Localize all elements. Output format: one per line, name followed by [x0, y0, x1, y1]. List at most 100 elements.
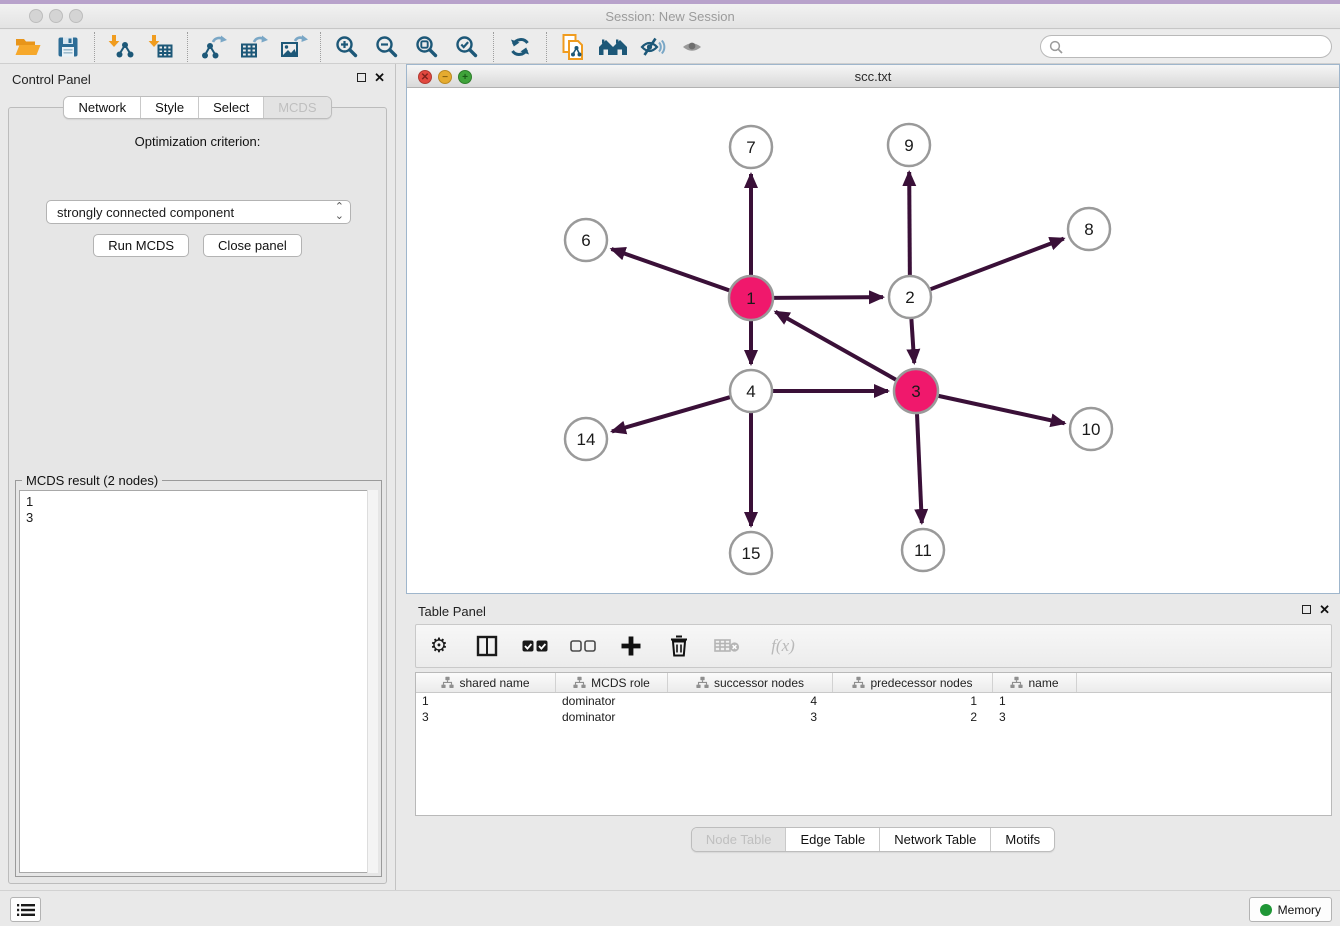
memory-label: Memory: [1278, 903, 1321, 917]
column-label: predecessor nodes: [870, 676, 972, 690]
column-header-successor-nodes[interactable]: successor nodes: [668, 673, 833, 692]
table-body: 1dominator4113dominator323: [416, 693, 1331, 725]
column-type-icon: [441, 676, 454, 689]
export-image-icon[interactable]: [274, 32, 314, 62]
criterion-dropdown[interactable]: strongly connected component ⌃⌄: [46, 200, 351, 224]
node-table[interactable]: shared name MCDS role successor nodes prede…: [415, 672, 1332, 816]
toolbar-separator: [493, 32, 494, 62]
table-cell[interactable]: 1: [993, 693, 1077, 709]
column-header-name[interactable]: name: [993, 673, 1077, 692]
graph-edge-1-2[interactable]: [774, 297, 883, 298]
tab-network[interactable]: Network: [64, 97, 141, 118]
close-panel-icon[interactable]: ✕: [374, 72, 385, 83]
apply-layout-icon[interactable]: [500, 32, 540, 62]
first-neighbors-icon[interactable]: [593, 32, 633, 62]
tab-style[interactable]: Style: [141, 97, 199, 118]
mcds-result-line: 1: [26, 494, 371, 510]
hide-graphics-details-icon[interactable]: [633, 32, 673, 62]
tab-mcds[interactable]: MCDS: [264, 97, 330, 118]
table-cell[interactable]: 3: [993, 709, 1077, 725]
network-window-titlebar[interactable]: ✕ − + scc.txt: [407, 65, 1339, 88]
table-panel-tabs: Node TableEdge TableNetwork TableMotifs: [691, 827, 1055, 852]
table-cell[interactable]: dominator: [556, 709, 668, 725]
tab-motifs[interactable]: Motifs: [991, 828, 1054, 851]
graph-edge-2-3[interactable]: [911, 319, 914, 363]
window-title: Session: New Session: [0, 4, 1340, 29]
graph-edge-3-10[interactable]: [938, 396, 1064, 423]
column-label: shared name: [459, 676, 529, 690]
zoom-selected-icon[interactable]: [447, 32, 487, 62]
network-window: ✕ − + scc.txt 7968124314101511: [406, 64, 1340, 594]
zoom-in-icon[interactable]: [327, 32, 367, 62]
graph-node-label: 8: [1084, 220, 1093, 239]
graph-edge-3-1[interactable]: [775, 312, 896, 380]
toolbar-separator: [320, 32, 321, 62]
table-cell[interactable]: 3: [668, 709, 833, 725]
control-panel: Control Panel ✕ NetworkStyleSelectMCDS O…: [0, 64, 396, 890]
float-panel-icon[interactable]: [357, 73, 366, 82]
zoom-out-icon[interactable]: [367, 32, 407, 62]
network-canvas[interactable]: 7968124314101511: [407, 89, 1339, 593]
graph-edge-2-8[interactable]: [931, 239, 1064, 290]
clone-network-icon[interactable]: [553, 32, 593, 62]
search-input[interactable]: [1063, 39, 1323, 55]
close-table-panel-icon[interactable]: ✕: [1319, 604, 1330, 615]
settings-gear-icon[interactable]: ⚙: [426, 633, 452, 659]
tab-node-table[interactable]: Node Table: [692, 828, 787, 851]
mcds-tab-content: Optimization criterion: strongly connect…: [8, 107, 387, 884]
result-scrollbar[interactable]: [367, 490, 378, 873]
column-header-shared-name[interactable]: shared name: [416, 673, 556, 692]
graph-node-label: 14: [577, 430, 596, 449]
table-cell[interactable]: 1: [416, 693, 556, 709]
tab-network-table[interactable]: Network Table: [880, 828, 991, 851]
memory-button[interactable]: Memory: [1249, 897, 1332, 922]
network-window-title: scc.txt: [407, 65, 1339, 88]
table-header-row: shared name MCDS role successor nodes prede…: [416, 673, 1331, 693]
show-columns-icon[interactable]: [522, 633, 548, 659]
table-cell[interactable]: 4: [668, 693, 833, 709]
hide-columns-icon[interactable]: [570, 633, 596, 659]
import-network-icon[interactable]: [101, 32, 141, 62]
open-session-icon[interactable]: [8, 32, 48, 62]
graph-edge-1-6[interactable]: [611, 249, 729, 290]
tab-select[interactable]: Select: [199, 97, 264, 118]
export-network-icon[interactable]: [194, 32, 234, 62]
float-table-panel-icon[interactable]: [1302, 605, 1311, 614]
table-cell[interactable]: dominator: [556, 693, 668, 709]
add-column-icon[interactable]: [618, 633, 644, 659]
mcds-result-title: MCDS result (2 nodes): [22, 473, 162, 488]
column-header-MCDS-role[interactable]: MCDS role: [556, 673, 668, 692]
search-box[interactable]: [1040, 35, 1332, 58]
tab-edge-table[interactable]: Edge Table: [786, 828, 880, 851]
graph-edge-2-9[interactable]: [909, 172, 910, 275]
vertical-splitter[interactable]: [396, 64, 406, 890]
delete-column-icon[interactable]: [666, 633, 692, 659]
column-header-predecessor-nodes[interactable]: predecessor nodes: [833, 673, 993, 692]
export-table-icon[interactable]: [234, 32, 274, 62]
mcds-result-textarea[interactable]: 13: [19, 490, 378, 873]
search-icon: [1049, 40, 1063, 54]
network-graph[interactable]: 7968124314101511: [407, 89, 1339, 594]
table-row[interactable]: 3dominator323: [416, 709, 1331, 725]
graph-edge-4-14[interactable]: [612, 397, 730, 431]
graph-edge-3-11[interactable]: [917, 414, 922, 523]
delete-table-icon: [714, 633, 740, 659]
import-table-icon[interactable]: [141, 32, 181, 62]
table-cell[interactable]: 1: [833, 693, 993, 709]
zoom-fit-icon[interactable]: [407, 32, 447, 62]
task-history-button[interactable]: [10, 897, 41, 922]
save-session-icon[interactable]: [48, 32, 88, 62]
graph-node-label: 2: [905, 288, 914, 307]
graph-node-label: 10: [1082, 420, 1101, 439]
close-panel-button[interactable]: Close panel: [203, 234, 302, 257]
table-row[interactable]: 1dominator411: [416, 693, 1331, 709]
table-cell[interactable]: 2: [833, 709, 993, 725]
status-bar: Memory: [0, 890, 1340, 926]
table-toolbar: ⚙ f(x): [415, 624, 1332, 668]
column-type-icon: [573, 676, 586, 689]
main-toolbar: [0, 30, 1340, 64]
column-layout-icon[interactable]: [474, 633, 500, 659]
run-mcds-button[interactable]: Run MCDS: [93, 234, 189, 257]
table-cell[interactable]: 3: [416, 709, 556, 725]
column-label: MCDS role: [591, 676, 650, 690]
